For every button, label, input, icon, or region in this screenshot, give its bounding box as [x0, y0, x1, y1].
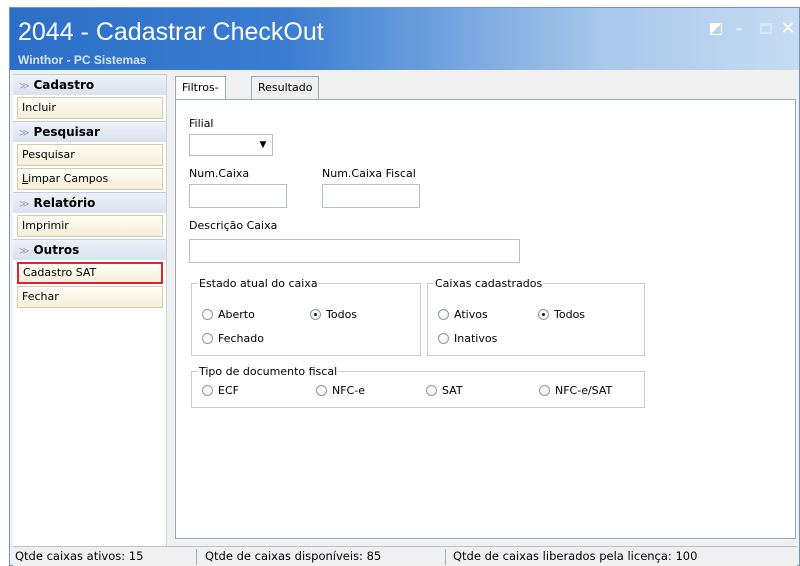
sidebar-group-pesquisar[interactable]: ≫ Pesquisar	[13, 121, 166, 142]
sidebar-group-label: Cadastro	[33, 78, 95, 92]
descricao-caixa-input[interactable]	[189, 239, 520, 263]
status-disponiveis-value: 85	[366, 549, 382, 563]
status-bar: Qtde caixas ativos: 15 Qtde de caixas di…	[13, 546, 797, 566]
status-liberados-label: Qtde de caixas liberados pela licença:	[453, 549, 672, 563]
fechar-button[interactable]: Fechar	[17, 286, 163, 308]
sidebar: ≫ Cadastro Incluir ≫ Pesquisar Pesquisar L…	[13, 74, 167, 546]
sidebar-group-relatorio[interactable]: ≫ Relatório	[13, 192, 166, 213]
imprimir-button[interactable]: Imprimir	[17, 215, 163, 237]
sidebar-group-label: Pesquisar	[33, 125, 100, 139]
radio-label: Todos	[326, 308, 358, 321]
chevron-up-icon: ≫	[19, 81, 30, 92]
pesquisar-button[interactable]: Pesquisar	[17, 144, 163, 166]
radio-label: Todos	[554, 308, 586, 321]
radio-circle-icon	[438, 309, 449, 320]
estado-caixa-group: Estado atual do caixa Aberto Todos Fecha…	[191, 277, 421, 356]
radio-label: Inativos	[454, 332, 498, 345]
estado-caixa-legend: Estado atual do caixa	[199, 277, 318, 290]
minimize-icon[interactable]: -	[732, 20, 746, 38]
radio-cadastrados-todos[interactable]: Todos	[538, 307, 585, 323]
radio-circle-icon	[202, 333, 213, 344]
status-ativos-label: Qtde caixas ativos:	[15, 549, 126, 563]
restore-icon[interactable]	[710, 23, 722, 35]
filial-select[interactable]: ▼	[189, 134, 273, 156]
radio-circle-icon	[316, 385, 327, 396]
radio-label: SAT	[442, 384, 463, 397]
chevron-up-icon: ≫	[19, 199, 30, 210]
radio-inativos[interactable]: Inativos	[438, 331, 497, 347]
radio-sat[interactable]: SAT	[426, 383, 463, 399]
caixas-cadastrados-legend: Caixas cadastrados	[435, 277, 543, 290]
sidebar-group-label: Relatório	[33, 196, 96, 210]
caixas-cadastrados-group: Caixas cadastrados Ativos Todos Inativos	[427, 277, 645, 356]
sidebar-group-label: Outros	[33, 243, 80, 257]
status-disponiveis: Qtde de caixas disponíveis: 85	[203, 547, 381, 566]
app-window: 2044 - Cadastrar CheckOut Winthor - PC S…	[9, 7, 800, 566]
limpar-campos-button[interactable]: Limpar Campos	[17, 168, 163, 190]
sidebar-group-cadastro[interactable]: ≫ Cadastro	[13, 74, 166, 95]
radio-label: NFC-e	[332, 384, 365, 397]
incluir-button[interactable]: Incluir	[17, 97, 163, 119]
radio-label: ECF	[218, 384, 239, 397]
status-liberados: Qtde de caixas liberados pela licença: 1…	[451, 547, 697, 566]
radio-ativos[interactable]: Ativos	[438, 307, 488, 323]
chevron-up-icon: ≫	[19, 128, 30, 139]
filters-panel: Filial ▼ Num.Caixa Num.Caixa Fiscal Desc…	[175, 99, 796, 539]
radio-circle-icon	[202, 385, 213, 396]
sidebar-group-outros[interactable]: ≫ Outros	[13, 239, 166, 260]
radio-circle-icon	[426, 385, 437, 396]
status-disponiveis-label: Qtde de caixas disponíveis:	[205, 549, 363, 563]
cadastro-sat-button[interactable]: Cadastro SAT	[17, 262, 163, 284]
close-icon[interactable]: ✕	[779, 20, 797, 38]
tab-filtros[interactable]: Filtros-F5	[175, 76, 226, 116]
radio-circle-icon	[310, 309, 321, 320]
title-bar[interactable]: 2044 - Cadastrar CheckOut Winthor - PC S…	[10, 8, 799, 70]
descricao-caixa-label: Descrição Caixa	[189, 219, 278, 232]
radio-circle-icon	[202, 309, 213, 320]
dropdown-arrow-icon[interactable]: ▼	[256, 137, 270, 153]
tab-resultado-pesquisa[interactable]: Resultado da Pesquisa-F6	[251, 76, 320, 160]
status-divider	[196, 549, 197, 565]
radio-fechado[interactable]: Fechado	[202, 331, 264, 347]
main-content: Filtros-F5 Resultado da Pesquisa-F6 Fili…	[175, 74, 798, 539]
num-caixa-label: Num.Caixa	[189, 167, 250, 180]
maximize-icon[interactable]	[760, 23, 772, 34]
status-ativos: Qtde caixas ativos: 15	[13, 547, 143, 566]
radio-aberto[interactable]: Aberto	[202, 307, 255, 323]
radio-circle-icon	[538, 309, 549, 320]
radio-nfce-sat[interactable]: NFC-e/SAT	[539, 383, 612, 399]
radio-nfce[interactable]: NFC-e	[316, 383, 365, 399]
num-caixa-fiscal-input[interactable]	[322, 184, 420, 208]
radio-estado-todos[interactable]: Todos	[310, 307, 357, 323]
radio-circle-icon	[438, 333, 449, 344]
radio-label: Fechado	[218, 332, 264, 345]
window-title: 2044 - Cadastrar CheckOut	[18, 18, 324, 46]
radio-ecf[interactable]: ECF	[202, 383, 239, 399]
status-divider	[445, 549, 446, 565]
radio-circle-icon	[539, 385, 550, 396]
filial-label: Filial	[189, 117, 214, 130]
tipo-documento-legend: Tipo de documento fiscal	[199, 365, 338, 378]
tipo-documento-group: Tipo de documento fiscal ECF NFC-e SAT N…	[191, 365, 645, 408]
radio-label: NFC-e/SAT	[555, 384, 613, 397]
window-subtitle: Winthor - PC Sistemas	[18, 53, 147, 67]
num-caixa-input[interactable]	[189, 184, 287, 208]
radio-label: Aberto	[218, 308, 255, 321]
status-liberados-value: 100	[675, 549, 698, 563]
num-caixa-fiscal-label: Num.Caixa Fiscal	[322, 167, 416, 180]
status-ativos-value: 15	[128, 549, 144, 563]
chevron-up-icon: ≫	[19, 246, 30, 257]
radio-label: Ativos	[454, 308, 488, 321]
